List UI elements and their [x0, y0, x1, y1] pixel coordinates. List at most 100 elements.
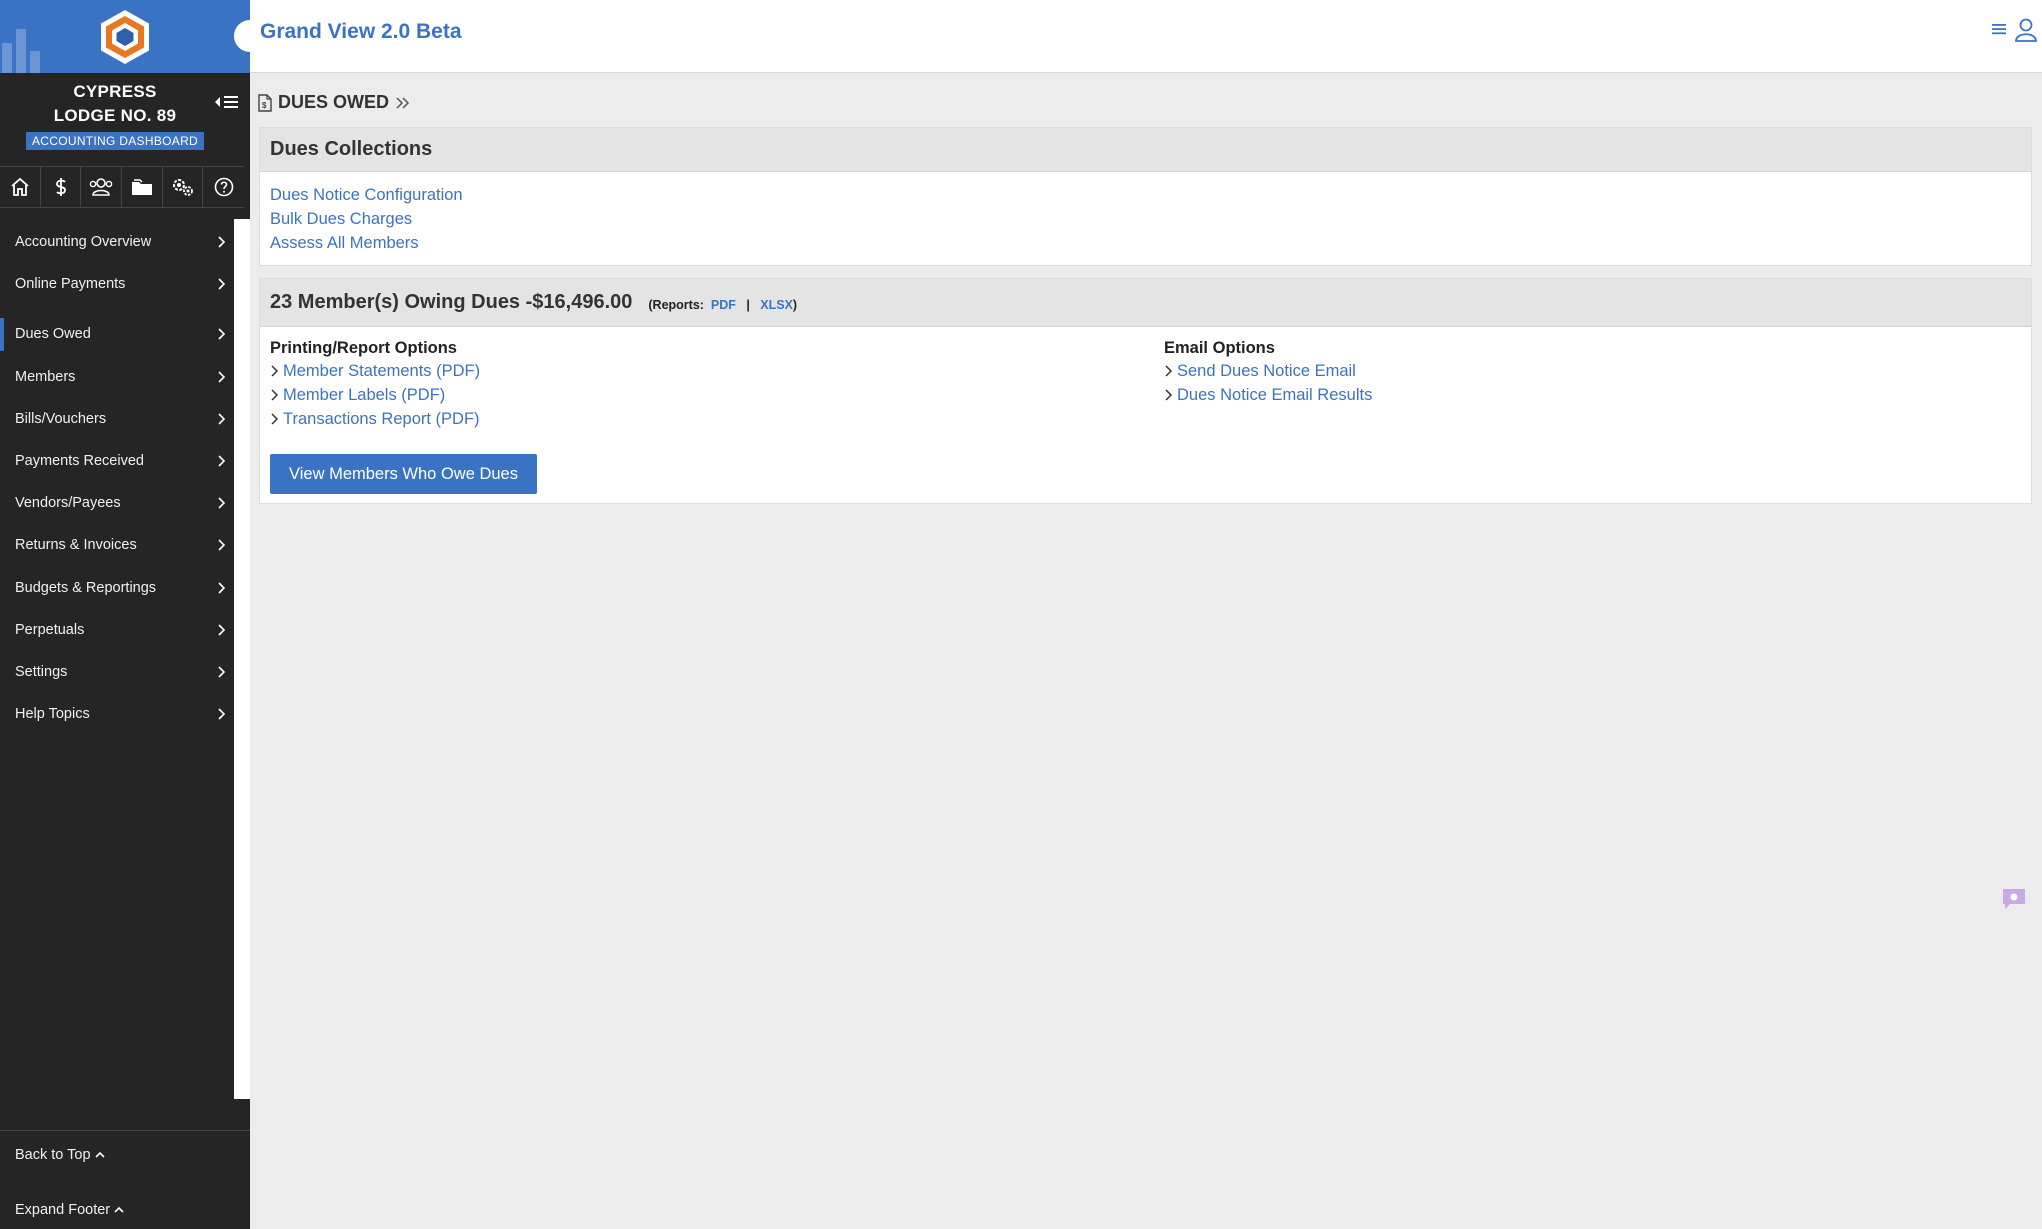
- double-chevron-right-icon: [396, 96, 410, 109]
- printing-options: Printing/Report Options Member Statement…: [270, 337, 480, 431]
- home-icon[interactable]: [0, 167, 41, 207]
- sidebar-item-label: Bills/Vouchers: [15, 410, 107, 427]
- send-dues-notice-option[interactable]: Send Dues Notice Email: [1164, 359, 1372, 383]
- sidebar-nav: Accounting Overview Online Payments Dues…: [0, 221, 234, 735]
- chevron-right-icon: [218, 582, 225, 594]
- chevron-right-icon: [218, 666, 225, 678]
- reports-separator: |: [746, 297, 750, 312]
- sidebar-item-label: Budgets & Reportings: [15, 579, 157, 596]
- lodge-name-line2: LODGE NO. 89: [53, 106, 177, 125]
- transactions-report-option[interactable]: Transactions Report (PDF): [270, 407, 480, 431]
- dollar-icon[interactable]: [41, 167, 82, 207]
- report-xlsx-link[interactable]: XLSX: [760, 298, 793, 312]
- sidebar-item-label: Help Topics: [15, 706, 90, 723]
- sidebar-item-label: Perpetuals: [15, 621, 85, 638]
- sidebar-item-label: Vendors/Payees: [15, 495, 121, 512]
- members-owing-panel: 23 Member(s) Owing Dues -$16,496.00 (Rep…: [259, 278, 2032, 504]
- sidebar-item-budgets-reportings[interactable]: Budgets & Reportings: [0, 567, 234, 609]
- member-labels-option[interactable]: Member Labels (PDF): [270, 383, 480, 407]
- member-statements-link[interactable]: Member Statements (PDF): [283, 362, 480, 381]
- chevron-right-icon: [1165, 389, 1173, 401]
- chevron-right-icon: [218, 236, 225, 248]
- report-pdf-link[interactable]: PDF: [711, 298, 736, 312]
- chevron-right-icon: [218, 278, 225, 290]
- logo-area: [0, 0, 250, 73]
- app-title: Grand View 2.0 Beta: [260, 20, 462, 43]
- sidebar-item-label: Online Payments: [15, 276, 126, 293]
- sidebar-item-settings[interactable]: Settings: [0, 651, 234, 693]
- folder-icon[interactable]: [122, 167, 163, 207]
- sidebar-item-label: Members: [15, 368, 76, 385]
- dues-notice-results-option[interactable]: Dues Notice Email Results: [1164, 383, 1372, 407]
- sidebar-item-online-payments[interactable]: Online Payments: [0, 263, 234, 305]
- sidebar-item-label: Accounting Overview: [15, 234, 152, 251]
- document-dollar-icon: $: [258, 93, 272, 112]
- sidebar-item-label: Returns & Invoices: [15, 537, 137, 554]
- expand-footer-label: Expand Footer: [15, 1202, 111, 1218]
- assess-all-members-link[interactable]: Assess All Members: [270, 231, 2021, 255]
- chevron-right-icon: [218, 413, 225, 425]
- hamburger-menu-icon[interactable]: [1991, 21, 2007, 37]
- chevron-up-icon: [94, 1151, 105, 1158]
- view-members-who-owe-dues-button[interactable]: View Members Who Owe Dues: [270, 454, 537, 494]
- sidebar-item-vendors-payees[interactable]: Vendors/Payees: [0, 482, 234, 524]
- logo-icon[interactable]: [96, 8, 154, 66]
- printing-options-title: Printing/Report Options: [270, 339, 457, 357]
- sidebar: CYPRESS LODGE NO. 89 ACCOUNTING DASHBOAR…: [0, 0, 250, 1229]
- member-labels-link[interactable]: Member Labels (PDF): [283, 386, 445, 405]
- bulk-dues-charges-link[interactable]: Bulk Dues Charges: [270, 207, 2021, 231]
- chat-widget-icon[interactable]: [2002, 888, 2026, 910]
- users-icon[interactable]: [81, 167, 123, 207]
- chevron-right-icon: [218, 328, 225, 341]
- members-owing-header: 23 Member(s) Owing Dues -$16,496.00 (Rep…: [260, 279, 2031, 327]
- help-icon[interactable]: [203, 167, 244, 207]
- dues-notice-email-results-link[interactable]: Dues Notice Email Results: [1177, 386, 1372, 405]
- chevron-right-icon: [1165, 365, 1173, 377]
- sidebar-item-bills-vouchers[interactable]: Bills/Vouchers: [0, 398, 234, 440]
- sidebar-item-label: Payments Received: [15, 453, 144, 470]
- dues-notice-configuration-link[interactable]: Dues Notice Configuration: [270, 183, 2021, 207]
- gears-icon[interactable]: [163, 167, 204, 207]
- sidebar-item-label: Settings: [15, 663, 68, 680]
- sidebar-item-perpetuals[interactable]: Perpetuals: [0, 609, 234, 651]
- svg-text:$: $: [262, 101, 267, 110]
- chevron-right-icon: [271, 389, 279, 401]
- send-dues-notice-email-link[interactable]: Send Dues Notice Email: [1177, 362, 1356, 381]
- email-options-title: Email Options: [1164, 339, 1275, 357]
- sidebar-item-accounting-overview[interactable]: Accounting Overview: [0, 221, 234, 263]
- transactions-report-link[interactable]: Transactions Report (PDF): [283, 410, 480, 429]
- dues-collections-header: Dues Collections: [260, 128, 2031, 172]
- chevron-right-icon: [271, 413, 279, 425]
- sidebar-collapse-icon[interactable]: [214, 92, 244, 112]
- breadcrumb: $ DUES OWED: [258, 92, 411, 113]
- page-title: DUES OWED: [278, 92, 390, 112]
- chevron-right-icon: [218, 455, 225, 467]
- chevron-right-icon: [218, 497, 225, 509]
- dashboard-badge: ACCOUNTING DASHBOARD: [26, 132, 204, 150]
- member-statements-option[interactable]: Member Statements (PDF): [270, 359, 480, 383]
- members-owing-title: 23 Member(s) Owing Dues -$16,496.00: [270, 291, 633, 313]
- expand-footer-link[interactable]: Expand Footer: [15, 1202, 124, 1218]
- sidebar-item-returns-invoices[interactable]: Returns & Invoices: [0, 524, 234, 566]
- sidebar-icon-bar: [0, 166, 244, 208]
- user-profile-icon[interactable]: [2014, 17, 2038, 43]
- back-to-top-label: Back to Top: [15, 1147, 91, 1163]
- back-to-top-link[interactable]: Back to Top: [15, 1147, 105, 1163]
- sidebar-footer: Back to Top Expand Footer: [0, 1130, 250, 1218]
- sidebar-item-dues-owed[interactable]: Dues Owed: [0, 313, 234, 355]
- chevron-right-icon: [271, 365, 279, 377]
- lodge-name: CYPRESS LODGE NO. 89: [0, 80, 230, 128]
- email-options: Email Options Send Dues Notice Email Due…: [1164, 337, 1372, 407]
- reports-suffix: ): [792, 297, 798, 312]
- sidebar-item-members[interactable]: Members: [0, 356, 234, 398]
- reports-prefix: (Reports:: [648, 297, 704, 312]
- chevron-right-icon: [218, 624, 225, 636]
- chevron-right-icon: [218, 708, 225, 720]
- sidebar-item-payments-received[interactable]: Payments Received: [0, 440, 234, 482]
- sidebar-scrollbar[interactable]: [234, 219, 250, 1099]
- chevron-right-icon: [218, 539, 225, 551]
- sidebar-item-help-topics[interactable]: Help Topics: [0, 693, 234, 735]
- top-header: Grand View 2.0 Beta: [234, 0, 2042, 73]
- dues-collections-panel: Dues Collections Dues Notice Configurati…: [259, 127, 2032, 266]
- chevron-up-icon: [114, 1206, 124, 1213]
